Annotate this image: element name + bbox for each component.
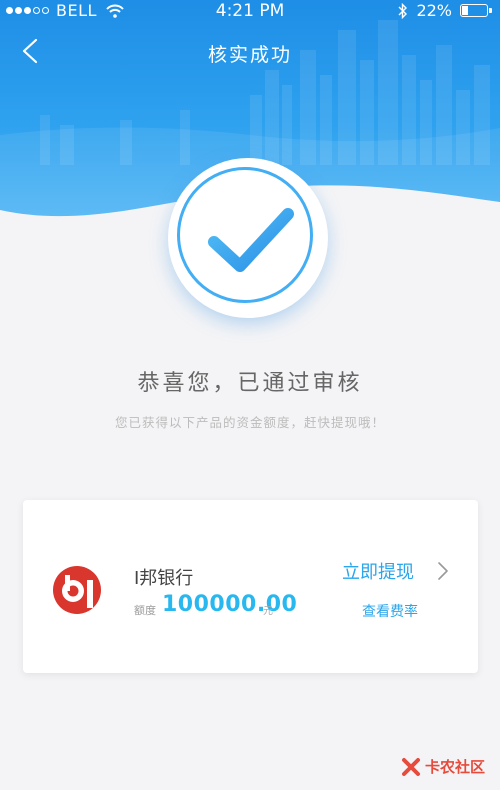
success-badge	[168, 158, 328, 318]
chevron-right-icon[interactable]	[435, 560, 451, 582]
withdraw-now-button[interactable]: 立即提现	[342, 558, 414, 584]
checkmark-icon	[208, 208, 294, 272]
battery-cap	[489, 8, 492, 13]
bank-name: I邦银行	[134, 568, 194, 589]
limit-label: 额度	[134, 604, 156, 617]
watermark: 卡农社区	[401, 756, 485, 777]
status-bar: BELL 4:21 PM 22%	[0, 0, 500, 22]
battery-percent: 22%	[416, 1, 452, 20]
battery-fill	[462, 6, 468, 15]
bluetooth-icon	[398, 2, 408, 19]
page-title: 核实成功	[207, 44, 292, 66]
result-subtext: 您已获得以下产品的资金额度，赶快提现哦！	[114, 415, 385, 430]
result-heading: 恭喜您，已通过审核	[137, 371, 363, 396]
bank-logo-icon	[53, 566, 101, 614]
success-badge-ring	[177, 167, 313, 303]
status-right: 22%	[398, 1, 492, 20]
watermark-logo-icon	[402, 757, 420, 776]
view-rates-link[interactable]: 查看费率	[362, 601, 418, 621]
watermark-text: 卡农社区	[425, 758, 486, 776]
loan-product-card[interactable]: I邦银行 额度 100000.00 元 立即提现 查看费率	[23, 500, 478, 673]
limit-unit: 元	[263, 606, 273, 617]
battery-icon	[460, 4, 492, 17]
limit-value: 100000.00	[162, 592, 298, 617]
